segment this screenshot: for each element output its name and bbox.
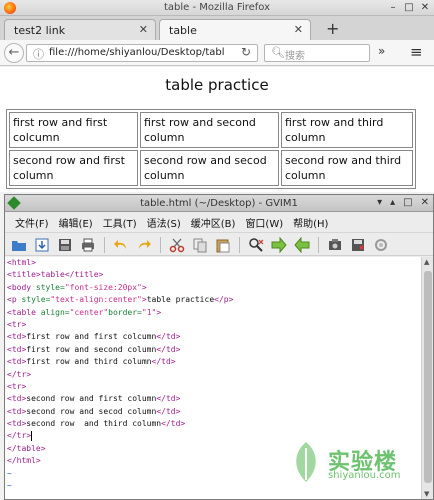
- overflow-chevron-icon[interactable]: »: [378, 44, 385, 58]
- tab-table[interactable]: table ✕: [159, 19, 311, 40]
- toolbar-separator: [104, 237, 105, 253]
- run-script-icon[interactable]: [373, 237, 389, 253]
- url-bar[interactable]: ⓘ file:///home/shiyanlou/Desktop/tabl ↻: [26, 44, 258, 62]
- cut-icon[interactable]: [169, 237, 185, 253]
- menu-syntax[interactable]: 语法(S): [143, 213, 185, 231]
- code-line: <html>: [7, 258, 36, 267]
- save-icon[interactable]: [57, 237, 73, 253]
- tab-label: table: [169, 24, 197, 37]
- tab-close-icon[interactable]: ✕: [139, 23, 148, 36]
- load-session-icon[interactable]: [327, 237, 343, 253]
- table-row: second row and first column second row a…: [9, 150, 413, 186]
- gvim-titlebar: table.html (~/Desktop) - GVIM1 ▾ ▴ □ ✕: [5, 195, 433, 212]
- tab-label: test2 link: [14, 24, 66, 37]
- firefox-navbar: ← ⓘ file:///home/shiyanlou/Desktop/tabl …: [0, 40, 434, 66]
- back-button[interactable]: ←: [4, 43, 24, 63]
- practice-table: first row and first colcumn first row an…: [6, 109, 416, 189]
- page-heading: table practice: [165, 76, 269, 94]
- gvim-window-title: table.html (~/Desktop) - GVIM1: [140, 198, 298, 209]
- shiyanlou-watermark: 实验楼 shiyanlou.com: [288, 440, 428, 490]
- code-line: <p style="text-align:center">table pract…: [7, 295, 234, 305]
- code-line: <table align="center"border="1">: [7, 307, 162, 317]
- leaf-logo-icon: [296, 442, 316, 482]
- minimize-icon[interactable]: ▾: [377, 196, 382, 210]
- new-tab-icon[interactable]: +: [326, 19, 339, 38]
- page-content: table practice first row and first colcu…: [0, 67, 434, 192]
- menu-window[interactable]: 窗口(W): [241, 213, 287, 231]
- open-icon[interactable]: [11, 237, 27, 253]
- search-placeholder: 搜索: [285, 51, 305, 62]
- scroll-down-icon[interactable]: ▼: [424, 490, 429, 498]
- table-cell: second row and third column: [281, 150, 413, 186]
- save-session-icon[interactable]: [350, 237, 366, 253]
- close-icon[interactable]: ✕: [420, 1, 430, 15]
- table-cell: second row and secod column: [140, 150, 279, 186]
- gvim-toolbar: [5, 232, 433, 256]
- code-line: <title>table</title>: [7, 270, 104, 280]
- save-download-icon[interactable]: [34, 237, 50, 253]
- search-bar[interactable]: 🔍︎ 搜索: [264, 44, 370, 62]
- undo-icon[interactable]: [113, 237, 129, 253]
- toolbar-separator: [318, 237, 319, 253]
- code-line: <td>second row and first column</td>: [7, 394, 181, 404]
- table-cell: first row and first colcumn: [9, 112, 138, 148]
- code-line: <body style="font-size:20px">: [7, 282, 147, 292]
- scroll-up-icon[interactable]: ▲: [424, 258, 429, 266]
- code-line: <tr>: [7, 381, 27, 391]
- minimize-icon[interactable]: –: [388, 1, 398, 15]
- forward-icon[interactable]: [271, 237, 287, 253]
- copy-icon[interactable]: [192, 237, 208, 253]
- menu-tools[interactable]: 工具(T): [99, 213, 141, 231]
- watermark-subtext: shiyanlou.com: [328, 470, 401, 481]
- gvim-menubar: 文件(F) 编辑(E) 工具(T) 语法(S) 缓冲区(B) 窗口(W) 帮助(…: [5, 213, 433, 231]
- menu-help[interactable]: 帮助(H): [289, 213, 332, 231]
- menu-file[interactable]: 文件(F): [11, 213, 53, 231]
- tab-close-icon[interactable]: ✕: [294, 23, 303, 36]
- toolbar-separator: [160, 237, 161, 253]
- info-icon[interactable]: ⓘ: [33, 46, 44, 62]
- table-cell: first row and second column: [140, 112, 279, 148]
- hamburger-menu-icon[interactable]: ≡: [410, 43, 423, 61]
- code-line: </tr>: [7, 369, 32, 379]
- code-line: <tr>: [7, 319, 27, 329]
- code-line: <td>first row and third column</td>: [7, 357, 176, 367]
- search-icon: 🔍︎: [271, 46, 285, 59]
- firefox-tabbar: test2 link ✕ table ✕ +: [0, 16, 434, 40]
- code-line: <td>second row and secod column</td>: [7, 406, 181, 416]
- print-icon[interactable]: [80, 237, 96, 253]
- code-line: <td>second row and third column</td>: [7, 419, 186, 429]
- tab-test2-link[interactable]: test2 link ✕: [4, 19, 156, 40]
- code-line: <td>first row and second column</td>: [7, 344, 181, 354]
- maximize-icon[interactable]: □: [403, 196, 412, 210]
- reload-icon[interactable]: ↻: [241, 45, 251, 59]
- code-line: <td>first row and first colcumn</td>: [7, 332, 181, 342]
- menu-edit[interactable]: 编辑(E): [55, 213, 97, 231]
- restore-icon[interactable]: ▴: [390, 196, 395, 210]
- toolbar-separator: [239, 237, 240, 253]
- table-row: first row and first colcumn first row an…: [9, 112, 413, 148]
- table-cell: second row and first column: [9, 150, 138, 186]
- back-icon[interactable]: [294, 237, 310, 253]
- firefox-titlebar: table - Mozilla Firefox – □ ✕: [0, 0, 434, 16]
- paste-icon[interactable]: [215, 237, 231, 253]
- url-text[interactable]: file:///home/shiyanlou/Desktop/tabl: [49, 47, 239, 58]
- menu-buffers[interactable]: 缓冲区(B): [187, 213, 240, 231]
- find-replace-icon[interactable]: [248, 237, 264, 253]
- text-cursor: [31, 430, 33, 441]
- maximize-icon[interactable]: □: [404, 1, 414, 15]
- table-cell: first row and third column: [281, 112, 413, 148]
- close-icon[interactable]: ✕: [421, 196, 429, 210]
- redo-icon[interactable]: [136, 237, 152, 253]
- firefox-window-title: table - Mozilla Firefox: [163, 2, 271, 13]
